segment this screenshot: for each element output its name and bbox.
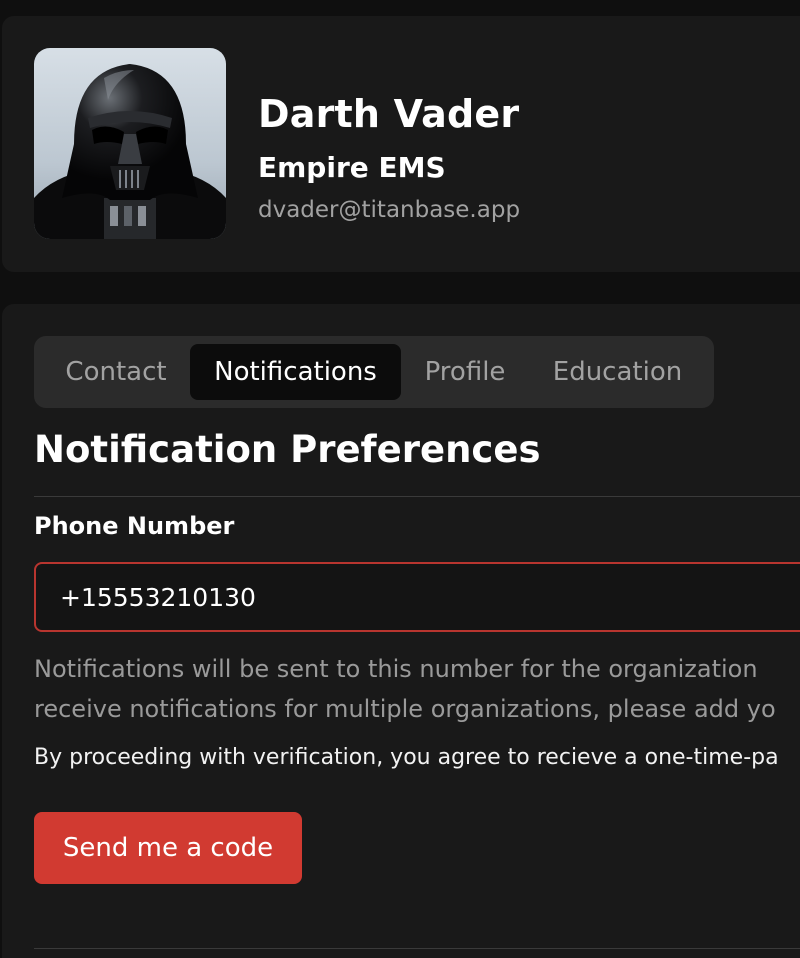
help-text-line: Notifications will be sent to this numbe… [34, 655, 758, 683]
page: Darth Vader Empire EMS dvader@titanbase.… [0, 0, 800, 958]
help-text-line: receive notifications for multiple organ… [34, 695, 776, 723]
profile-card: Darth Vader Empire EMS dvader@titanbase.… [2, 16, 800, 272]
tab-education[interactable]: Education [529, 344, 706, 400]
send-code-button[interactable]: Send me a code [34, 812, 302, 884]
settings-card: Contact Notifications Profile Education … [2, 304, 800, 958]
tab-bar: Contact Notifications Profile Education [34, 336, 714, 408]
tab-profile[interactable]: Profile [401, 344, 529, 400]
profile-email: dvader@titanbase.app [258, 197, 521, 223]
divider [34, 948, 800, 949]
phone-number-input[interactable] [34, 562, 800, 632]
section-title: Notification Preferences [34, 428, 541, 471]
consent-text: By proceeding with verification, you agr… [34, 745, 779, 770]
phone-help-text: Notifications will be sent to this numbe… [34, 649, 800, 729]
profile-organization: Empire EMS [258, 151, 446, 184]
tab-contact[interactable]: Contact [42, 344, 190, 400]
avatar [34, 48, 226, 239]
divider [34, 496, 800, 497]
profile-name: Darth Vader [258, 92, 520, 136]
tab-notifications[interactable]: Notifications [190, 344, 401, 400]
phone-number-label: Phone Number [34, 512, 235, 540]
helmet-portrait-icon [34, 64, 226, 239]
